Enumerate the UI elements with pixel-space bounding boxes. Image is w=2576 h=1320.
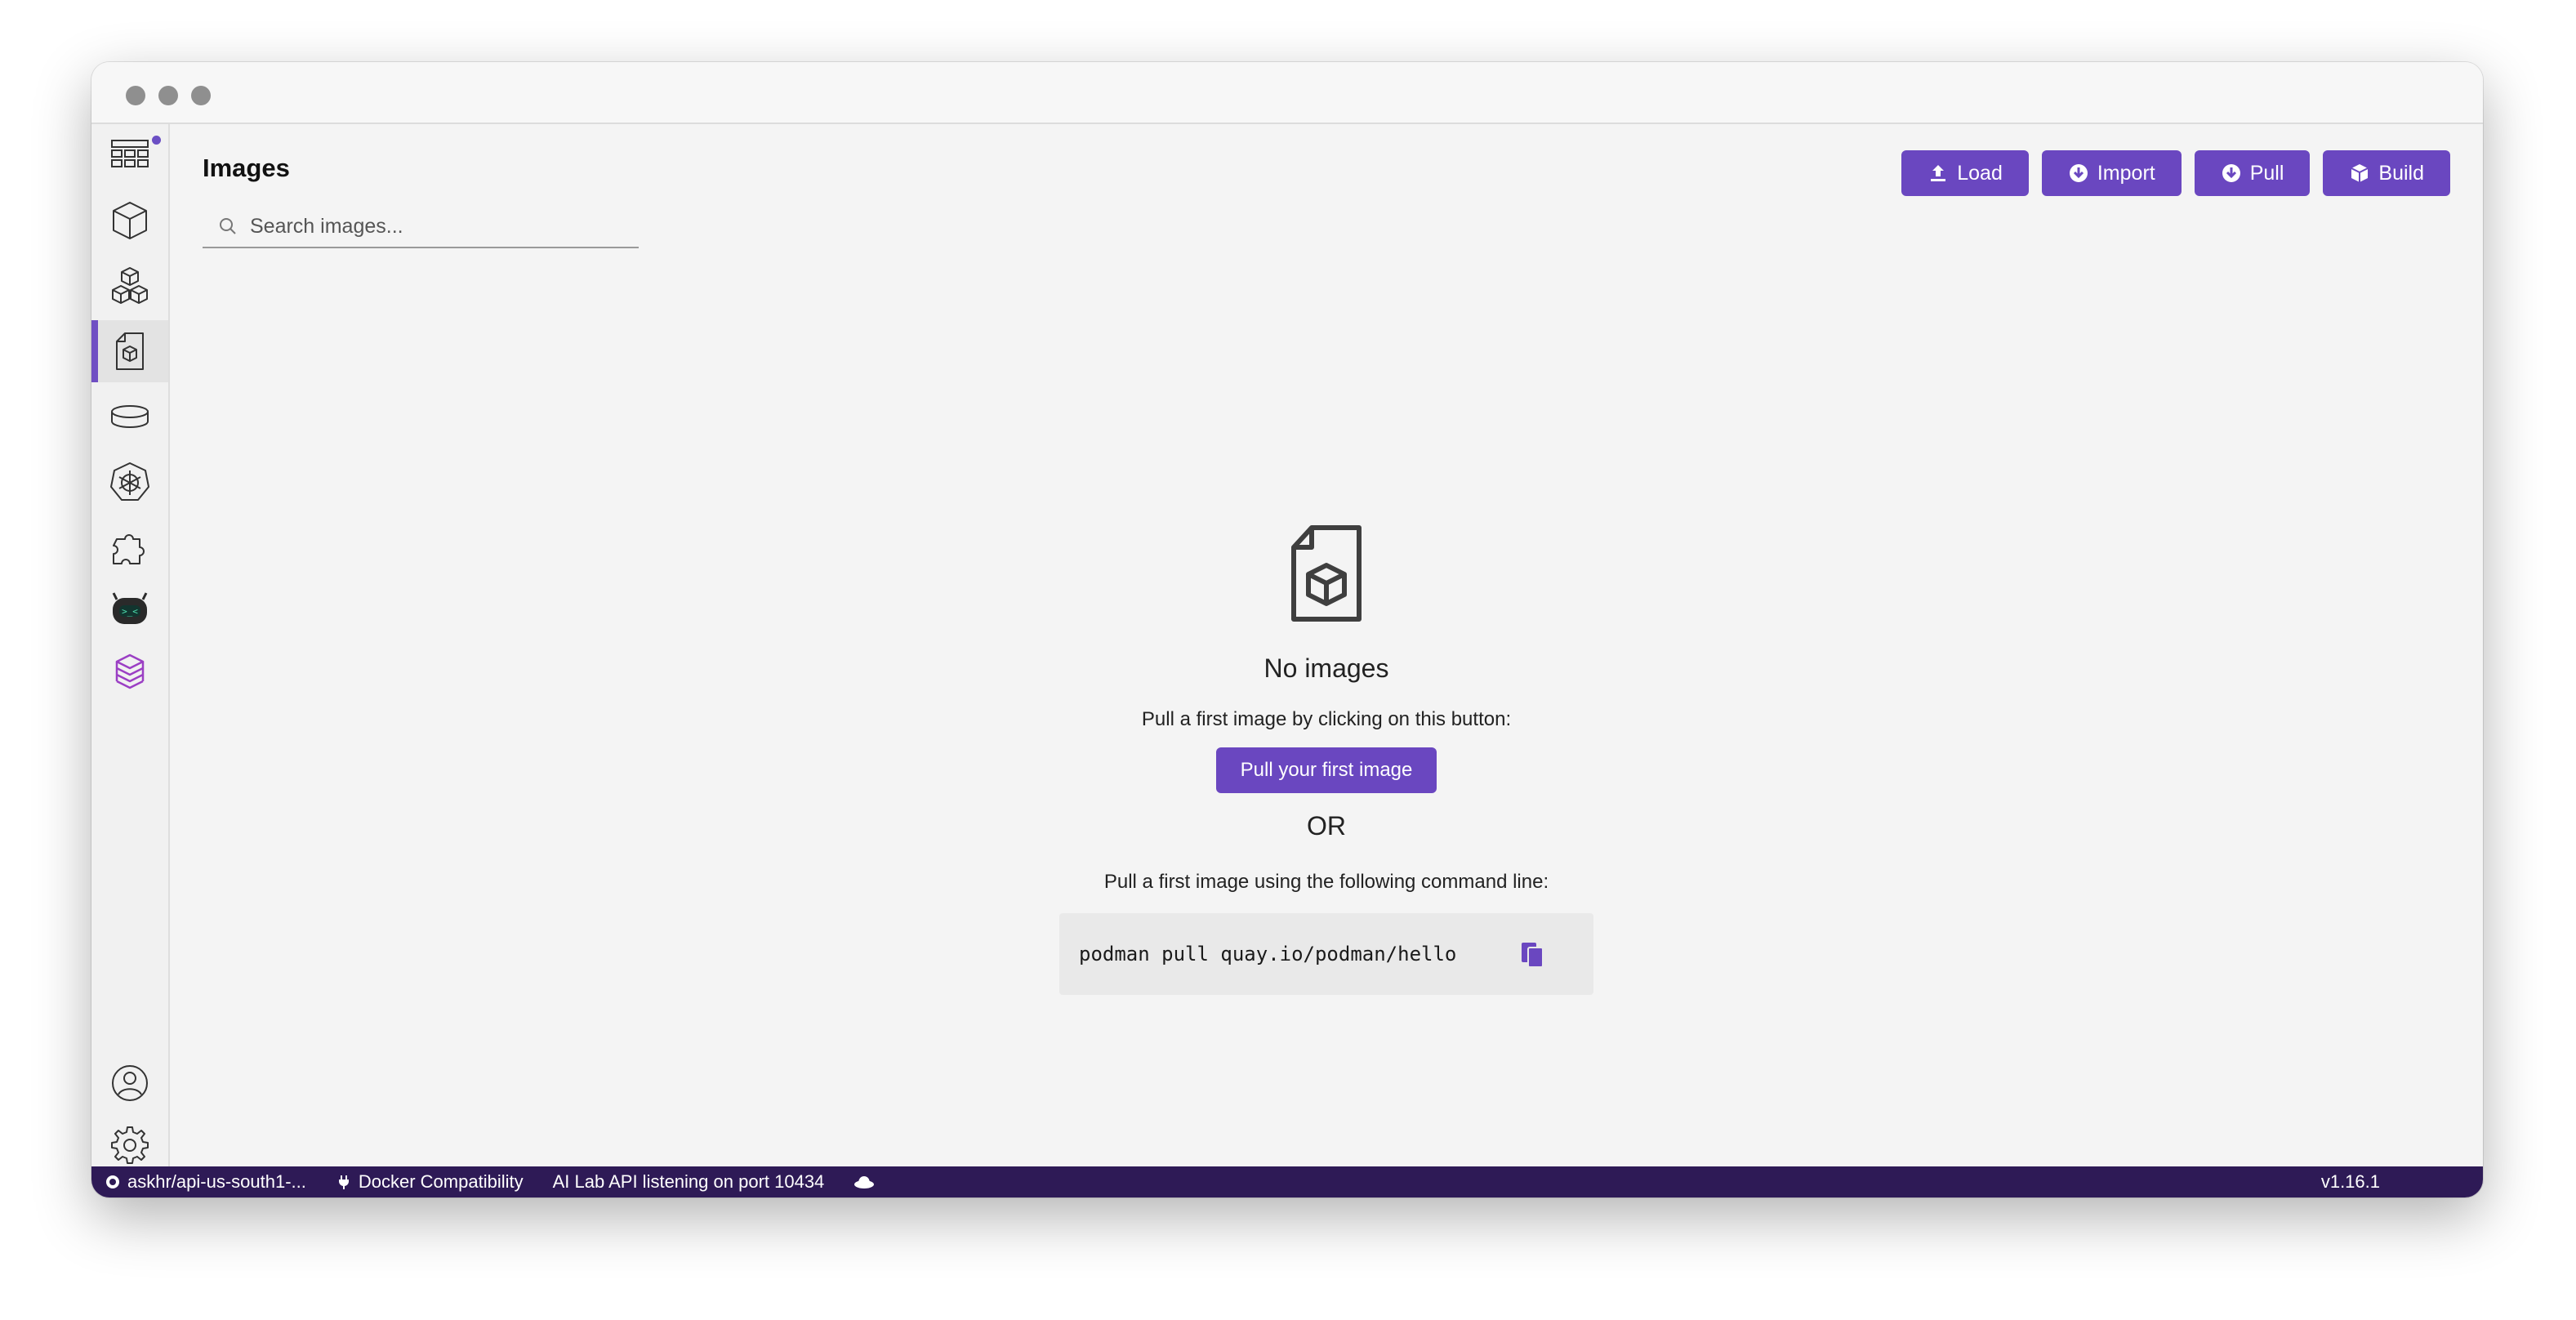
docker-compat-label: Docker Compatibility xyxy=(358,1171,524,1192)
redhat-icon xyxy=(854,1176,875,1188)
nav-pods[interactable] xyxy=(91,255,168,317)
close-window-button[interactable] xyxy=(126,86,145,105)
download-circle-icon xyxy=(2222,164,2240,182)
connection-status[interactable]: askhr/api-us-south1-... xyxy=(105,1171,306,1193)
images-icon xyxy=(116,332,144,370)
extensions-icon xyxy=(113,534,145,564)
upload-icon xyxy=(1931,165,1946,181)
dashboard-icon xyxy=(111,140,149,167)
load-button[interactable]: Load xyxy=(1901,150,2029,196)
nav-containers[interactable] xyxy=(91,190,168,252)
connection-label: askhr/api-us-south1-... xyxy=(127,1171,306,1192)
ai-lab-icon xyxy=(115,653,145,689)
pull-button[interactable]: Pull xyxy=(2194,150,2311,196)
account-icon xyxy=(112,1065,148,1101)
minimize-window-button[interactable] xyxy=(158,86,178,105)
search-input[interactable] xyxy=(248,213,635,239)
search-icon xyxy=(220,218,236,234)
nav-extensions[interactable] xyxy=(91,516,168,578)
version-label: v1.16.1 xyxy=(2320,1171,2380,1192)
status-bar: askhr/api-us-south1-... Docker Compatibi… xyxy=(91,1166,2483,1197)
pull-first-image-button[interactable]: Pull your first image xyxy=(1215,747,1437,793)
build-label: Build xyxy=(2378,161,2424,185)
pull-hint: Pull a first image by clicking on this b… xyxy=(1141,708,1512,730)
empty-title: No images xyxy=(1263,653,1389,683)
kubernetes-icon xyxy=(110,462,149,501)
nav-dashboard[interactable] xyxy=(91,124,168,186)
bootc-icon: >_< xyxy=(112,592,148,624)
connection-dot-icon xyxy=(106,1175,119,1188)
or-separator: OR xyxy=(1307,811,1346,841)
import-button[interactable]: Import xyxy=(2041,150,2182,196)
import-label: Import xyxy=(2097,161,2155,185)
download-circle-icon xyxy=(2069,164,2088,182)
zoom-window-button[interactable] xyxy=(191,86,211,105)
cube-icon xyxy=(2351,164,2369,182)
app-window: >_< Images Loa xyxy=(91,62,2483,1197)
docker-compatibility[interactable]: Docker Compatibility xyxy=(336,1171,524,1193)
pods-icon xyxy=(112,267,148,304)
nav-volumes[interactable] xyxy=(91,386,168,448)
nav-account[interactable] xyxy=(91,1052,168,1114)
pull-label: Pull xyxy=(2249,161,2284,185)
containers-icon xyxy=(113,202,147,239)
pull-command: podman pull quay.io/podman/hello xyxy=(1079,943,1457,965)
image-file-icon xyxy=(1291,525,1362,622)
command-box: podman pull quay.io/podman/hello xyxy=(1059,913,1593,995)
nav-images[interactable] xyxy=(91,320,168,382)
ai-lab-status[interactable]: AI Lab API listening on port 10434 xyxy=(553,1171,825,1193)
copy-icon[interactable] xyxy=(1518,939,1548,969)
page-title: Images xyxy=(203,154,290,182)
volumes-icon xyxy=(111,405,149,428)
gear-icon xyxy=(111,1126,149,1164)
search-box xyxy=(203,206,639,248)
images-page: Images Load Import Pull Build xyxy=(170,124,2483,1166)
svg-text:>_<: >_< xyxy=(122,606,138,617)
empty-state: No images Pull a first image by clicking… xyxy=(170,524,2483,995)
toolbar: Load Import Pull Build xyxy=(1901,150,2450,196)
title-bar xyxy=(91,62,2483,124)
notification-dot xyxy=(152,136,161,145)
command-hint: Pull a first image using the following c… xyxy=(1103,871,1549,893)
load-label: Load xyxy=(1957,161,2003,185)
nav-bootc[interactable]: >_< xyxy=(91,578,168,640)
ai-lab-label: AI Lab API listening on port 10434 xyxy=(552,1171,825,1192)
build-button[interactable]: Build xyxy=(2323,150,2450,196)
redhat-status[interactable] xyxy=(853,1174,875,1190)
plug-icon xyxy=(338,1175,349,1189)
sidebar: >_< xyxy=(91,124,170,1166)
nav-ai-lab[interactable] xyxy=(91,640,168,702)
nav-kubernetes[interactable] xyxy=(91,451,168,513)
